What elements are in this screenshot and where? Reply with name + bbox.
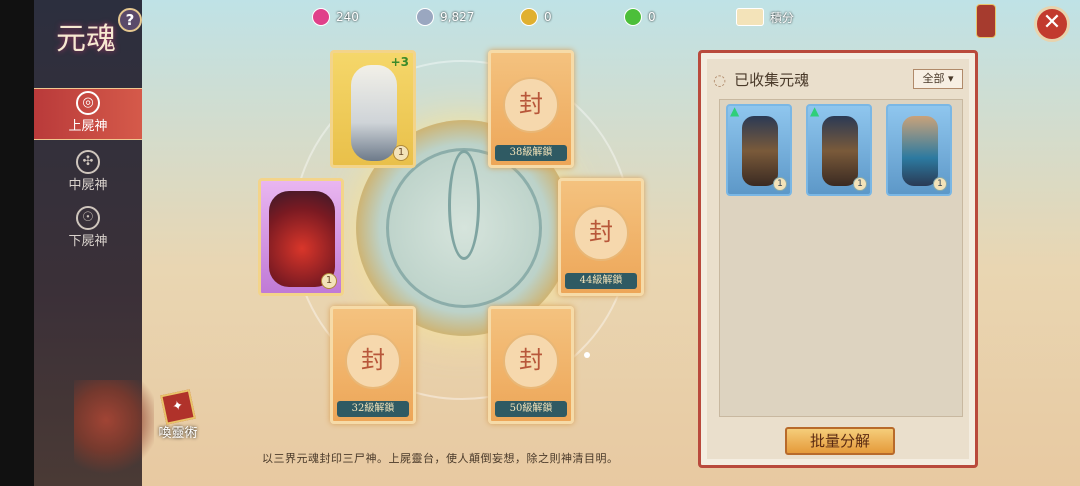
pink-gem-icon xyxy=(312,8,330,26)
enhance-level: +3 xyxy=(390,55,409,69)
soul-portrait xyxy=(742,116,778,186)
soul-portrait xyxy=(902,116,938,186)
gold-coin-icon xyxy=(520,8,538,26)
soul-card-1[interactable]: ▲ 1 xyxy=(726,104,792,196)
level-badge: 1 xyxy=(853,177,867,191)
seal-icon: 封 xyxy=(503,77,559,133)
screen-edge xyxy=(0,0,34,486)
locked-slot-44[interactable]: 封 44級解鎖 xyxy=(558,178,644,296)
level-badge: 1 xyxy=(933,177,947,191)
help-button[interactable]: ? xyxy=(118,8,142,32)
resource-value: 240 xyxy=(336,10,359,24)
resource-value: 9,827 xyxy=(440,10,475,24)
summon-label: 喚靈術 xyxy=(158,426,198,441)
level-badge: 1 xyxy=(321,273,337,289)
close-button[interactable]: ✕ xyxy=(1034,6,1070,42)
unlock-level-label: 32級解鎖 xyxy=(337,401,409,417)
soul-portrait xyxy=(822,116,858,186)
equipped-card-demon[interactable]: 1 xyxy=(258,178,344,296)
lantern-decoration xyxy=(976,4,996,38)
triskelion-icon: ✣ xyxy=(76,150,100,174)
filter-label: 全部 xyxy=(922,72,945,85)
unlock-level-label: 50級解鎖 xyxy=(495,401,567,417)
chevron-down-icon: ▾ xyxy=(944,72,954,85)
nav-label: 上屍神 xyxy=(68,119,108,134)
swirl-icon: ◎ xyxy=(76,91,100,115)
resource-value: 0 xyxy=(544,10,552,24)
locked-slot-50[interactable]: 封 50級解鎖 xyxy=(488,306,574,424)
soul-card-3[interactable]: 1 xyxy=(886,104,952,196)
nav-lower-corpse-god[interactable]: ☉ 下屍神 xyxy=(34,204,142,256)
points-button[interactable]: 積分 xyxy=(736,8,794,26)
soul-grid: ▲ 1 ▲ 1 1 xyxy=(719,99,963,417)
nav-label: 下屍神 xyxy=(68,234,108,249)
resource-value: 0 xyxy=(648,10,656,24)
ticket-icon xyxy=(736,8,764,26)
filter-dropdown[interactable]: 全部 ▾ xyxy=(913,69,963,89)
level-badge: 1 xyxy=(773,177,787,191)
resource-gem: 240 xyxy=(312,8,359,26)
sparkle xyxy=(584,352,590,358)
resource-gold: 0 xyxy=(520,8,552,26)
elder-portrait xyxy=(351,65,397,161)
seal-icon: 封 xyxy=(503,333,559,389)
silver-coin-icon xyxy=(416,8,434,26)
points-label: 積分 xyxy=(770,10,795,25)
nav-label: 中屍神 xyxy=(68,178,108,193)
mask-icon: ☉ xyxy=(76,206,100,230)
batch-decompose-button[interactable]: 批量分解 xyxy=(785,427,895,455)
swirl-icon: ◌ xyxy=(713,71,727,89)
seal-icon: 封 xyxy=(345,333,401,389)
bird-decoration xyxy=(74,380,154,480)
level-badge: 1 xyxy=(393,145,409,161)
locked-slot-38[interactable]: 封 38級解鎖 xyxy=(488,50,574,168)
resource-silver: 9,827 xyxy=(416,8,474,26)
green-coin-icon xyxy=(624,8,642,26)
summon-button[interactable]: ✦ 喚靈術 xyxy=(150,389,206,448)
resource-green: 0 xyxy=(624,8,656,26)
nav-middle-corpse-god[interactable]: ✣ 中屍神 xyxy=(34,148,142,200)
panel-title-text: 已收集元魂 xyxy=(734,71,810,89)
description-text: 以三界元魂封印三尸神。上屍靈台，使人顛倒妄想，除之則神清目明。 xyxy=(262,452,619,465)
nav-upper-corpse-god[interactable]: ◎ 上屍神 xyxy=(34,88,142,140)
equipped-card-elder[interactable]: +3 1 xyxy=(330,50,416,168)
upgrade-arrow-icon: ▲ xyxy=(730,104,740,118)
soul-card-2[interactable]: ▲ 1 xyxy=(806,104,872,196)
summon-scroll-icon: ✦ xyxy=(160,389,196,425)
unlock-level-label: 44級解鎖 xyxy=(565,273,637,289)
upgrade-arrow-icon: ▲ xyxy=(810,104,820,118)
collected-souls-panel: ◌ 已收集元魂 全部 ▾ ▲ 1 ▲ 1 1 批量分解 xyxy=(698,50,978,468)
unlock-level-label: 38級解鎖 xyxy=(495,145,567,161)
third-eye-icon xyxy=(448,150,480,260)
seal-icon: 封 xyxy=(573,205,629,261)
locked-slot-32[interactable]: 封 32級解鎖 xyxy=(330,306,416,424)
page-title: 元魂 xyxy=(56,22,116,57)
